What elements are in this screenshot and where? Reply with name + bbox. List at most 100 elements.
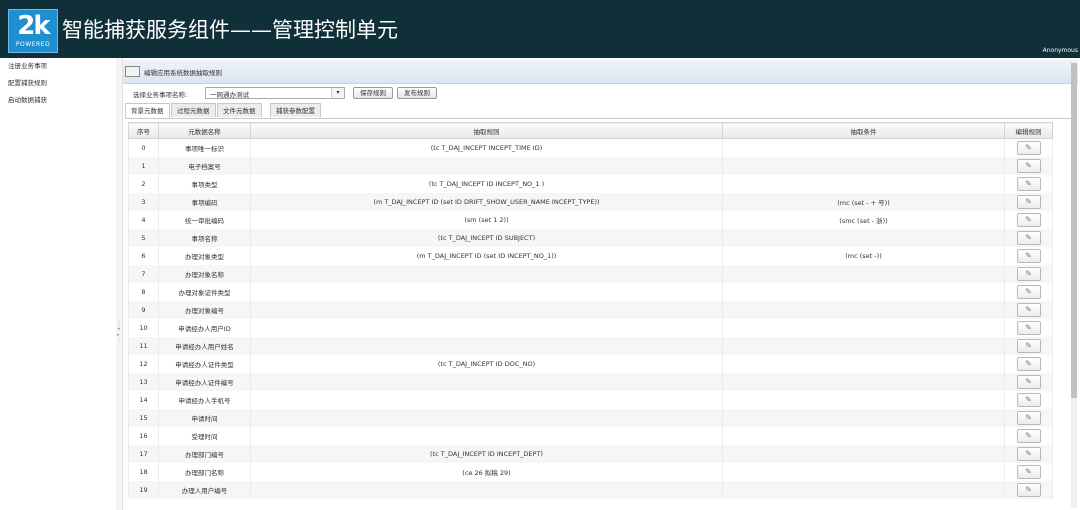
table-row[interactable]: 19 办理人用户编号 ✎: [128, 481, 1053, 499]
table-row[interactable]: 12 申请经办人证件类型 (tc T_DAJ_INCEPT ID DOC_NO) ✎: [128, 355, 1053, 373]
cell-edit: ✎: [1004, 283, 1053, 301]
publish-rule-button[interactable]: 发布规则: [397, 87, 437, 99]
splitter-handle-icon[interactable]: ⋮ ◂ ▸ ⋮: [117, 320, 122, 364]
cell-edit: ✎: [1004, 265, 1053, 283]
pencil-icon[interactable]: ✎: [1016, 141, 1041, 155]
table-row[interactable]: 15 申请时间 ✎: [128, 409, 1053, 427]
cell-no: 4: [128, 211, 159, 229]
cell-condition: [722, 229, 1005, 247]
cell-name: 办理部门编号: [158, 445, 251, 463]
tab-capture-params[interactable]: 捕获参数配置: [270, 103, 321, 117]
tab-process-metadata[interactable]: 过程元数据: [171, 103, 216, 117]
logo-mark: 2k: [17, 11, 50, 41]
cell-rule: (sm (set 1 2)): [250, 211, 723, 229]
cell-rule: [250, 481, 723, 499]
table-row[interactable]: 4 统一审批编码 (sm (set 1 2)) (smc (set - 浙)) ✎: [128, 211, 1053, 229]
save-rule-button[interactable]: 保存规则: [353, 87, 393, 99]
table-row[interactable]: 16 受理时间 ✎: [128, 427, 1053, 445]
scrollbar-thumb[interactable]: [1071, 63, 1077, 398]
table-row[interactable]: 3 事项编码 (m T_DAJ_INCEPT ID (set ID DRIFT_SH…: [128, 193, 1053, 211]
cell-name: 办理对象编号: [158, 301, 251, 319]
cell-edit: ✎: [1004, 463, 1053, 481]
cell-name: 事项唯一标识: [158, 138, 251, 157]
pencil-icon[interactable]: ✎: [1016, 429, 1041, 443]
cell-no: 6: [128, 247, 159, 265]
sidebar-item-configure-rules[interactable]: 配置捕获规则: [0, 75, 116, 92]
col-header-edit: 编辑规则: [1004, 122, 1053, 139]
vertical-scrollbar[interactable]: [1071, 63, 1077, 508]
cell-condition: [722, 481, 1005, 499]
cell-no: 10: [128, 319, 159, 337]
table-row[interactable]: 17 办理部门编号 (tc T_DAJ_INCEPT ID INCEPT_DEPT)…: [128, 445, 1053, 463]
table-row[interactable]: 7 办理对象名称 ✎: [128, 265, 1053, 283]
tab-file-metadata[interactable]: 文件元数据: [217, 103, 262, 117]
pencil-icon[interactable]: ✎: [1016, 339, 1041, 353]
cell-rule: [250, 373, 723, 391]
sidebar-item-start-capture[interactable]: 启动数据捕获: [0, 92, 116, 109]
user-name[interactable]: Anonymous: [1043, 47, 1078, 54]
pencil-icon[interactable]: ✎: [1016, 411, 1041, 425]
cell-edit: ✎: [1004, 355, 1053, 373]
pencil-icon[interactable]: ✎: [1016, 375, 1041, 389]
pencil-icon[interactable]: ✎: [1016, 267, 1041, 281]
cell-condition: [722, 409, 1005, 427]
app-title: 智能捕获服务组件——管理控制单元: [62, 18, 398, 42]
cell-name: 办理对象证件类型: [158, 283, 251, 301]
cell-name: 申请经办人证件类型: [158, 355, 251, 373]
cell-condition: [722, 319, 1005, 337]
cell-no: 13: [128, 373, 159, 391]
cell-rule: (tc T_DAJ_INCEPT ID DOC_NO): [250, 355, 723, 373]
table-row[interactable]: 14 申请经办人手机号 ✎: [128, 391, 1053, 409]
splitter[interactable]: ⋮ ◂ ▸ ⋮: [116, 58, 123, 510]
cell-edit: ✎: [1004, 229, 1053, 247]
pencil-icon[interactable]: ✎: [1016, 177, 1041, 191]
pencil-icon[interactable]: ✎: [1016, 249, 1041, 263]
table-row[interactable]: 6 办理对象类型 (m T_DAJ_INCEPT ID (set ID INCEPT…: [128, 247, 1053, 265]
table-row[interactable]: 8 办理对象证件类型 ✎: [128, 283, 1053, 301]
pencil-icon[interactable]: ✎: [1016, 159, 1041, 173]
cell-no: 3: [128, 193, 159, 211]
table-row[interactable]: 13 申请经办人证件编号 ✎: [128, 373, 1053, 391]
cell-edit: ✎: [1004, 427, 1053, 445]
pencil-icon[interactable]: ✎: [1016, 465, 1041, 479]
cell-name: 申请经办人手机号: [158, 391, 251, 409]
business-item-select[interactable]: 一网通办测试 ▾: [205, 87, 345, 99]
cell-edit: ✎: [1004, 157, 1053, 175]
pencil-icon[interactable]: ✎: [1016, 447, 1041, 461]
pencil-icon[interactable]: ✎: [1016, 213, 1041, 227]
cell-edit: ✎: [1004, 175, 1053, 193]
pencil-icon[interactable]: ✎: [1016, 483, 1041, 497]
table-row[interactable]: 5 事项名称 (tc T_DAJ_INCEPT ID SUBJECT) ✎: [128, 229, 1053, 247]
table-row[interactable]: 18 办理部门名称 (ce 26 拟稿 29) ✎: [128, 463, 1053, 481]
cell-edit: ✎: [1004, 193, 1053, 211]
sidebar-item-register[interactable]: 注册业务事项: [0, 58, 116, 75]
col-header-rule: 抽取规则: [250, 122, 723, 139]
pencil-icon[interactable]: ✎: [1016, 357, 1041, 371]
pencil-icon[interactable]: ✎: [1016, 321, 1041, 335]
logo-subtitle: POWERED: [15, 41, 51, 48]
table-row[interactable]: 11 申请经办人用户姓名 ✎: [128, 337, 1053, 355]
pencil-icon[interactable]: ✎: [1016, 303, 1041, 317]
cell-name: 电子档案号: [158, 157, 251, 175]
select-label: 选择业务事项名称:: [133, 91, 188, 99]
table-row[interactable]: 2 事项类型 (tc T_DAJ_INCEPT ID INCEPT_NO_1 ) ✎: [128, 175, 1053, 193]
pencil-icon[interactable]: ✎: [1016, 231, 1041, 245]
cell-name: 办理对象类型: [158, 247, 251, 265]
table-row[interactable]: 0 事项唯一标识 (tc T_DAJ_INCEPT INCEPT_TIME ID) ✎: [128, 138, 1053, 157]
cell-edit: ✎: [1004, 373, 1053, 391]
chevron-down-icon[interactable]: ▾: [331, 88, 344, 98]
pencil-icon[interactable]: ✎: [1016, 195, 1041, 209]
tab-background-metadata[interactable]: 背景元数据: [125, 103, 170, 118]
cell-condition: [722, 301, 1005, 319]
cell-edit: ✎: [1004, 409, 1053, 427]
cell-edit: ✎: [1004, 247, 1053, 265]
table-row[interactable]: 9 办理对象编号 ✎: [128, 301, 1053, 319]
cell-rule: (ce 26 拟稿 29): [250, 463, 723, 481]
app-header: 2k POWERED 智能捕获服务组件——管理控制单元 Anonymous: [0, 0, 1080, 58]
cell-condition: (smc (set - 浙)): [722, 211, 1005, 229]
cell-rule: (m T_DAJ_INCEPT ID (set ID INCEPT_NO_1)): [250, 247, 723, 265]
table-row[interactable]: 10 申请经办人用户ID ✎: [128, 319, 1053, 337]
pencil-icon[interactable]: ✎: [1016, 285, 1041, 299]
pencil-icon[interactable]: ✎: [1016, 393, 1041, 407]
table-row[interactable]: 1 电子档案号 ✎: [128, 157, 1053, 175]
